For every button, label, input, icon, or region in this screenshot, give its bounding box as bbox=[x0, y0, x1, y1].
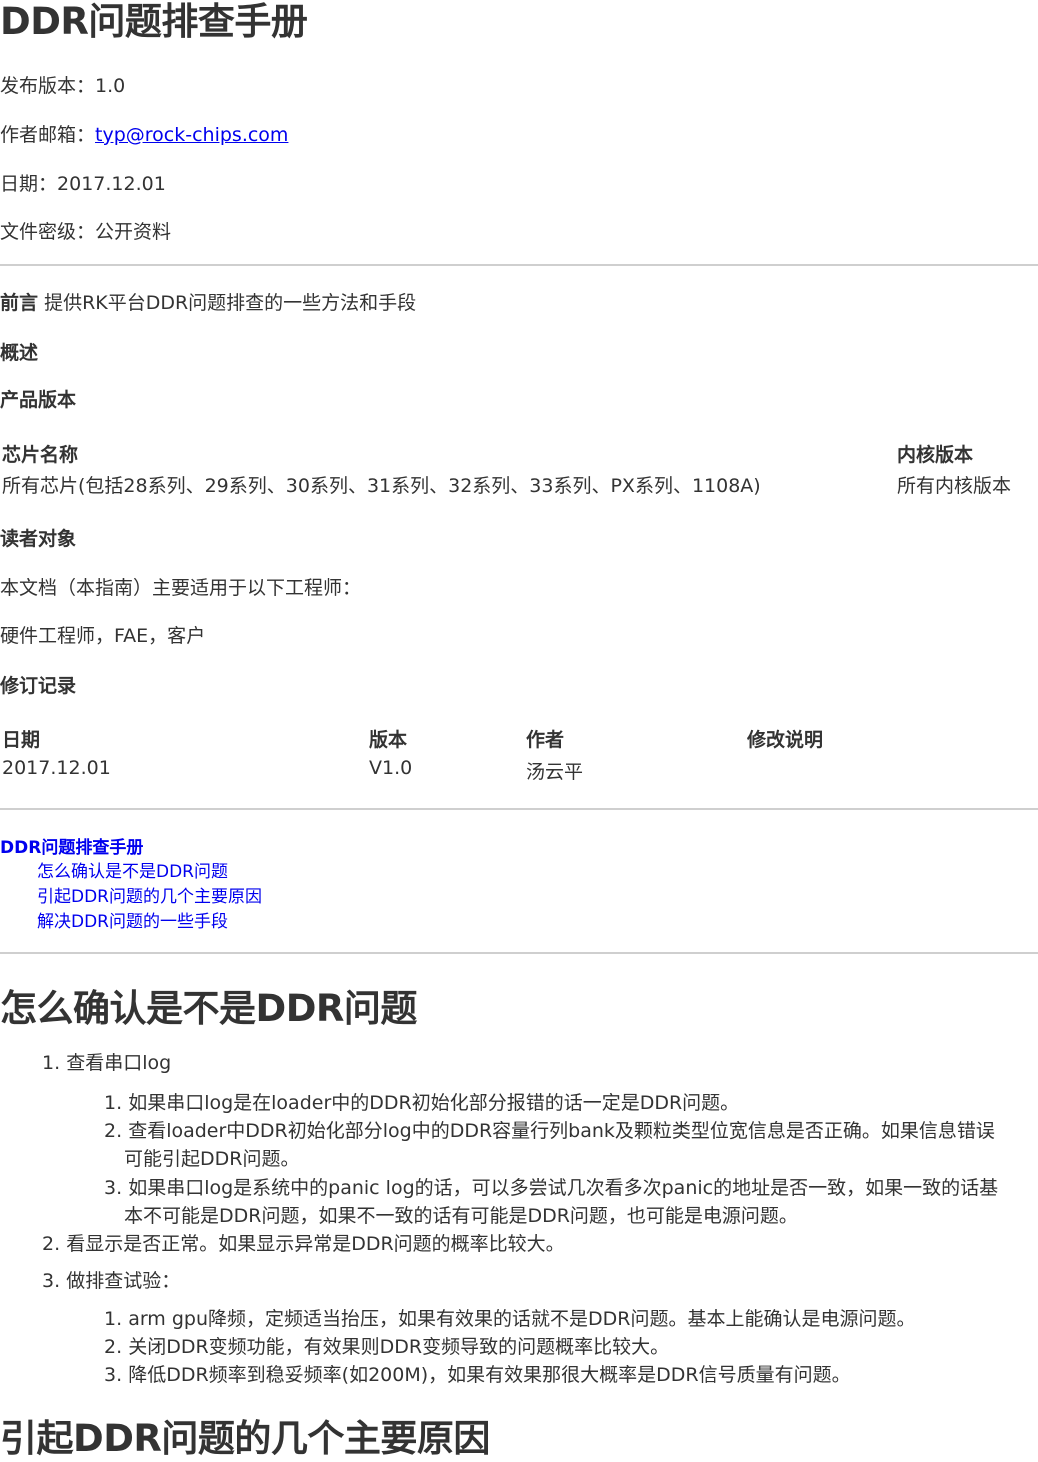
product-table-cell-kernel: 所有内核版本 bbox=[897, 475, 1012, 497]
sub-list-item: 2. 关闭DDR变频功能，有效果则DDR变频导致的问题概率比较大。 bbox=[104, 1332, 669, 1359]
list-text-continuation: 本不可能是DDR问题，如果不一致的话有可能是DDR问题，也可能是电源问题。 bbox=[124, 1205, 798, 1227]
revision-cell-date: 2017.12.01 bbox=[2, 757, 111, 779]
release-version: 发布版本：1.0 bbox=[0, 71, 125, 98]
author-email-label: 作者邮箱： bbox=[0, 124, 96, 146]
list-text: 做排查试验： bbox=[66, 1270, 181, 1292]
sub-list-item: 2. 查看loader中DDR初始化部分log中的DDR容量行列bank及颗粒类… bbox=[104, 1116, 995, 1143]
document-title: DDR问题排查手册 bbox=[0, 0, 308, 43]
author-email-link[interactable]: typ@rock-chips.com bbox=[95, 124, 288, 146]
section-heading: 引起DDR问题的几个主要原因 bbox=[0, 1417, 490, 1460]
readers-heading: 读者对象 bbox=[0, 528, 77, 550]
sub-list-item: 1. arm gpu降频，定频适当抬压，如果有效果的话就不是DDR问题。基本上能… bbox=[104, 1304, 915, 1331]
list-number: 2. bbox=[104, 1120, 123, 1142]
readers-line-2: 硬件工程师，FAE，客户 bbox=[0, 625, 206, 647]
list-text: 查看loader中DDR初始化部分log中的DDR容量行列bank及颗粒类型位宽… bbox=[128, 1120, 995, 1142]
list-number: 1. bbox=[104, 1308, 123, 1330]
divider bbox=[0, 952, 1038, 954]
list-text: 看显示是否正常。如果显示异常是DDR问题的概率比较大。 bbox=[66, 1233, 565, 1255]
sub-list-item: 3. 降低DDR频率到稳妥频率(如200M)，如果有效果那很大概率是DDR信号质… bbox=[104, 1360, 851, 1387]
revision-header-version: 版本 bbox=[369, 729, 408, 751]
list-text: arm gpu降频，定频适当抬压，如果有效果的话就不是DDR问题。基本上能确认是… bbox=[128, 1308, 916, 1330]
list-text: 如果串口log是在loader中的DDR初始化部分报错的话一定是DDR问题。 bbox=[128, 1092, 740, 1114]
list-number: 2. bbox=[104, 1336, 123, 1358]
product-table-cell-chip: 所有芯片(包括28系列、29系列、30系列、31系列、32系列、33系列、PX系… bbox=[2, 475, 761, 497]
security-level-label: 文件密级： bbox=[0, 221, 96, 243]
list-text: 降低DDR频率到稳妥频率(如200M)，如果有效果那很大概率是DDR信号质量有问… bbox=[128, 1364, 851, 1386]
toc-item-link[interactable]: 解决DDR问题的一些手段 bbox=[37, 907, 228, 932]
author-email: 作者邮箱：typ@rock-chips.com bbox=[0, 120, 288, 147]
divider bbox=[0, 264, 1038, 266]
security-level: 文件密级：公开资料 bbox=[0, 217, 171, 244]
revision-cell-author: 汤云平 bbox=[526, 761, 584, 783]
divider bbox=[0, 808, 1038, 810]
toc-item-link[interactable]: 引起DDR问题的几个主要原因 bbox=[37, 882, 262, 907]
list-number: 3. bbox=[42, 1270, 61, 1292]
revision-header-notes: 修改说明 bbox=[747, 729, 824, 751]
list-number: 2. bbox=[42, 1233, 61, 1255]
document-date-value: 2017.12.01 bbox=[57, 173, 166, 195]
revision-cell-version: V1.0 bbox=[369, 757, 413, 779]
product-table-header-chip: 芯片名称 bbox=[2, 444, 79, 466]
document-page: DDR问题排查手册 发布版本：1.0 作者邮箱：typ@rock-chips.c… bbox=[0, 0, 1038, 1460]
list-number: 3. bbox=[104, 1177, 123, 1199]
preface-label: 前言 bbox=[0, 292, 39, 314]
list-item: 3. 做排查试验： bbox=[42, 1266, 180, 1293]
product-version-heading: 产品版本 bbox=[0, 389, 77, 411]
security-level-value: 公开资料 bbox=[95, 221, 172, 243]
list-number: 1. bbox=[104, 1092, 123, 1114]
document-date: 日期：2017.12.01 bbox=[0, 169, 166, 196]
release-version-value: 1.0 bbox=[95, 75, 126, 97]
section-heading: 怎么确认是不是DDR问题 bbox=[0, 987, 417, 1030]
overview-heading: 概述 bbox=[0, 342, 39, 364]
list-number: 3. bbox=[104, 1364, 123, 1386]
document-date-label: 日期： bbox=[0, 173, 58, 195]
revision-header-author: 作者 bbox=[526, 729, 565, 751]
sub-list-item: 1. 如果串口log是在loader中的DDR初始化部分报错的话一定是DDR问题… bbox=[104, 1088, 739, 1115]
sub-list-item: 3. 如果串口log是系统中的panic log的话，可以多尝试几次看多次pan… bbox=[104, 1173, 998, 1200]
revision-heading: 修订记录 bbox=[0, 675, 77, 697]
toc-title-link[interactable]: DDR问题排查手册 bbox=[0, 833, 143, 858]
list-item: 2. 看显示是否正常。如果显示异常是DDR问题的概率比较大。 bbox=[42, 1229, 565, 1256]
list-text: 如果串口log是系统中的panic log的话，可以多尝试几次看多次panic的… bbox=[128, 1177, 999, 1199]
product-table-header-kernel: 内核版本 bbox=[897, 444, 974, 466]
list-text: 查看串口log bbox=[66, 1052, 172, 1074]
list-item: 1. 查看串口log bbox=[42, 1048, 171, 1075]
preface-text: 提供RK平台DDR问题排查的一些方法和手段 bbox=[44, 292, 417, 314]
list-text: 关闭DDR变频功能，有效果则DDR变频导致的问题概率比较大。 bbox=[128, 1336, 670, 1358]
list-number: 1. bbox=[42, 1052, 61, 1074]
readers-line-1: 本文档（本指南）主要适用于以下工程师： bbox=[0, 577, 362, 599]
list-text-continuation: 可能引起DDR问题。 bbox=[124, 1148, 300, 1170]
release-version-label: 发布版本： bbox=[0, 75, 96, 97]
revision-header-date: 日期 bbox=[2, 729, 41, 751]
preface: 前言 提供RK平台DDR问题排查的一些方法和手段 bbox=[0, 288, 416, 315]
toc-item-link[interactable]: 怎么确认是不是DDR问题 bbox=[37, 857, 228, 882]
